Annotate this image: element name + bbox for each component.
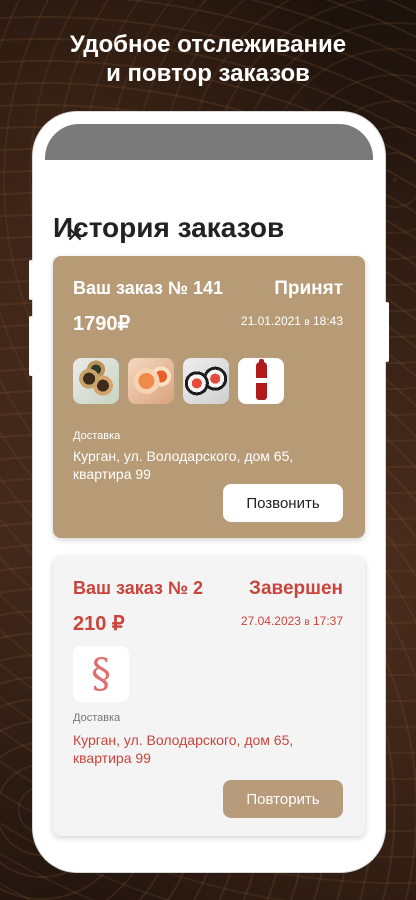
call-button[interactable]: Позвонить <box>223 484 343 522</box>
order-datetime: 21.01.2021 в 18:43 <box>241 314 343 328</box>
order-price: 1790₽ <box>73 313 131 335</box>
order-items: § <box>73 646 129 702</box>
dragon-icon: § <box>91 651 111 697</box>
order-date: 27.04.2023 <box>240 614 301 628</box>
salmon-roll-image <box>128 358 174 404</box>
order-card[interactable]: Ваш заказ № 141 Принят 1790₽ 21.01.2021 … <box>53 256 365 538</box>
order-items <box>73 358 284 404</box>
order-price: 210 ₽ <box>73 613 125 635</box>
order-time: 18:43 <box>312 314 343 328</box>
order-time-prefix: в <box>304 617 310 628</box>
order-title: Ваш заказ № 141 <box>73 278 224 298</box>
cola-bottle-image <box>238 358 284 404</box>
delivery-address: Курган, ул. Володарского, дом 65, кварти… <box>73 448 294 482</box>
phone-side-button <box>385 302 389 362</box>
sushi-roll-image <box>73 358 119 404</box>
phone-side-button <box>29 260 33 300</box>
dragon-logo-image: § <box>73 646 129 702</box>
delivery-label: Доставка <box>73 430 121 442</box>
promo-headline-line1: Удобное отслеживание <box>69 31 347 58</box>
page-title: История заказов <box>53 212 285 243</box>
maki-set-image <box>183 358 229 404</box>
order-card[interactable]: Ваш заказ № 2 Завершен 210 ₽ 27.04.2023 … <box>53 556 365 836</box>
order-date: 21.01.2021 <box>240 314 301 328</box>
order-status: Принят <box>274 278 343 299</box>
phone-side-button <box>29 316 33 376</box>
order-time: 17:37 <box>312 614 343 628</box>
delivery-address: Курган, ул. Володарского, дом 65, кварти… <box>73 732 294 766</box>
promo-headline: Удобное отслеживание и повтор заказов <box>0 30 416 88</box>
delivery-label: Доставка <box>73 712 121 724</box>
order-title: Ваш заказ № 2 <box>73 578 203 598</box>
repeat-order-button[interactable]: Повторить <box>223 780 343 818</box>
order-status: Завершен <box>249 578 343 599</box>
order-time-prefix: в <box>304 317 310 328</box>
order-datetime: 27.04.2023 в 17:37 <box>241 614 343 628</box>
promo-headline-line2: и повтор заказов <box>106 60 310 87</box>
